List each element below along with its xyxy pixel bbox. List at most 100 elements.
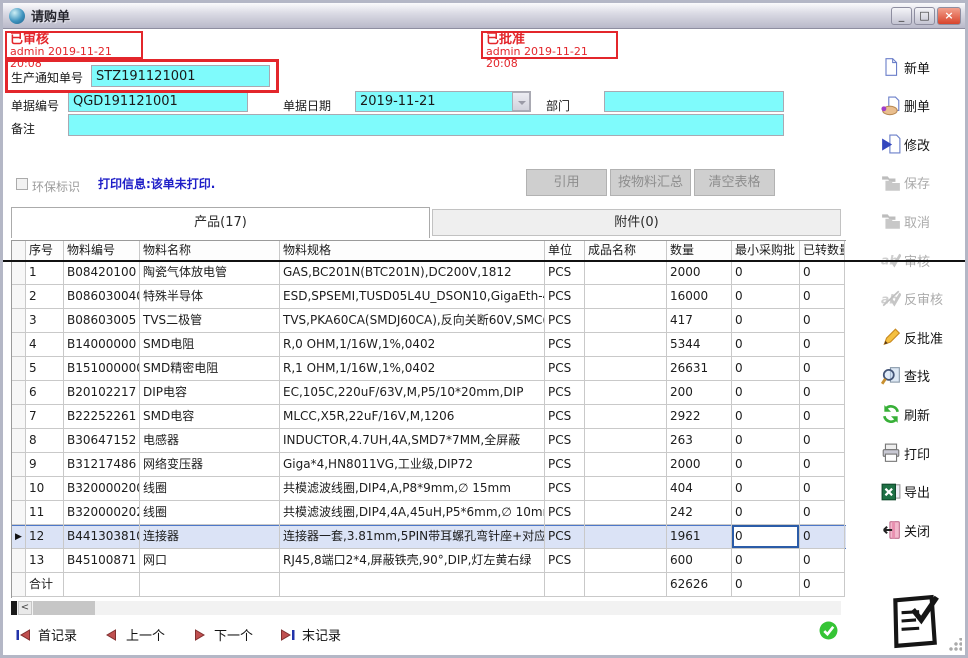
cell-product[interactable] [585, 501, 667, 525]
sidebar-item-export[interactable]: 导出 [881, 481, 967, 503]
cell-spec[interactable]: Giga*4,HN8011VG,工业级,DIP72 [280, 453, 545, 477]
cell-qty[interactable]: 600 [667, 549, 732, 573]
cell-code[interactable]: B320000200 [64, 477, 140, 501]
column-header[interactable]: 物料名称 [140, 241, 280, 261]
cell-product[interactable] [585, 525, 667, 549]
cell-qty[interactable]: 263 [667, 429, 732, 453]
table-row[interactable]: 5B1510000001SMD精密电阻R,1 OHM,1/16W,1%,0402… [12, 357, 846, 381]
cell-product[interactable] [585, 453, 667, 477]
cell-name[interactable]: SMD电容 [140, 405, 280, 429]
cell-code[interactable]: B08420100 [64, 261, 140, 285]
cell-no[interactable]: 4 [26, 333, 64, 357]
cell-unit[interactable]: PCS [545, 477, 585, 501]
column-header[interactable]: 成品名称 [585, 241, 667, 261]
table-row[interactable]: 10B320000200线圈共模滤波线圈,DIP4,A,P8*9mm,∅ 15m… [12, 477, 846, 501]
cell-no[interactable]: 11 [26, 501, 64, 525]
cell-code[interactable]: B08603005 [64, 309, 140, 333]
cell-unit[interactable]: PCS [545, 309, 585, 333]
cell-no[interactable]: 10 [26, 477, 64, 501]
cell-spec[interactable]: TVS,PKA60CA(SMDJ60CA),反向关断60V,SMC(D [280, 309, 545, 333]
doc-date-input[interactable] [355, 91, 531, 112]
cell-code[interactable]: B22252261 [64, 405, 140, 429]
column-header[interactable]: 最小采购批 [732, 241, 800, 261]
sidebar-item-close-form[interactable]: 关闭 [881, 519, 967, 541]
cell-spec[interactable]: 共模滤波线圈,DIP4,A,P8*9mm,∅ 15mm [280, 477, 545, 501]
cell-code[interactable]: B320000202 [64, 501, 140, 525]
cell-name[interactable]: 线圈 [140, 477, 280, 501]
column-header[interactable]: 单位 [545, 241, 585, 261]
cell-transferred[interactable]: 0 [800, 477, 845, 501]
eco-checkbox[interactable] [16, 178, 28, 190]
doc-no-input[interactable] [68, 91, 248, 112]
cell-min_batch[interactable]: 0 [732, 309, 800, 333]
close-button[interactable]: × [937, 7, 961, 25]
cell-spec[interactable]: GAS,BC201N(BTC201N),DC200V,1812 [280, 261, 545, 285]
cell-name[interactable]: 网口 [140, 549, 280, 573]
reference-button[interactable]: 引用 [526, 169, 607, 196]
cell-code[interactable]: B45100871 [64, 549, 140, 573]
cell-min_batch[interactable]: 0 [732, 261, 800, 285]
cell-transferred[interactable]: 0 [800, 381, 845, 405]
cell-product[interactable] [585, 429, 667, 453]
cell-transferred[interactable]: 0 [800, 453, 845, 477]
cell-transferred[interactable]: 0 [800, 405, 845, 429]
column-header[interactable]: 序号 [26, 241, 64, 261]
table-row[interactable]: 3B08603005TVS二极管TVS,PKA60CA(SMDJ60CA),反向… [12, 309, 846, 333]
cell-transferred[interactable]: 0 [800, 261, 845, 285]
cell-no[interactable]: 9 [26, 453, 64, 477]
cell-min_batch[interactable]: 0 [732, 501, 800, 525]
cell-transferred[interactable]: 0 [800, 357, 845, 381]
cell-code[interactable]: B1510000001 [64, 357, 140, 381]
cell-min_batch[interactable]: 0 [732, 285, 800, 309]
cell-qty[interactable]: 2000 [667, 261, 732, 285]
first-record-button[interactable]: 首记录 [15, 625, 77, 644]
cell-code[interactable]: B14000000 [64, 333, 140, 357]
cell-spec[interactable]: 共模滤波线圈,DIP4,4A,45uH,P5*6mm,∅ 10mm [280, 501, 545, 525]
cell-unit[interactable]: PCS [545, 525, 585, 549]
cell-no[interactable]: 12 [26, 525, 64, 549]
cell-product[interactable] [585, 309, 667, 333]
cell-name[interactable]: 特殊半导体 [140, 285, 280, 309]
scroll-left-icon[interactable]: < [18, 601, 32, 615]
minimize-button[interactable]: _ [891, 7, 912, 25]
cell-spec[interactable]: ESD,SPSEMI,TUSD05L4U_DSON10,GigaEth-4 [280, 285, 545, 309]
cell-min_batch[interactable]: 0 [732, 549, 800, 573]
cell-product[interactable] [585, 285, 667, 309]
cell-no[interactable]: 7 [26, 405, 64, 429]
sidebar-item-modify[interactable]: 修改 [881, 133, 967, 155]
previous-record-button[interactable]: 上一个 [103, 625, 165, 644]
cell-min_batch[interactable]: 0 [732, 405, 800, 429]
cell-no[interactable]: 8 [26, 429, 64, 453]
table-row[interactable]: 9B31217486网络变压器Giga*4,HN8011VG,工业级,DIP72… [12, 453, 846, 477]
column-header[interactable]: 已转数量 [800, 241, 845, 261]
cell-name[interactable]: 电感器 [140, 429, 280, 453]
cell-product[interactable] [585, 261, 667, 285]
cell-name[interactable]: 线圈 [140, 501, 280, 525]
focused-cell[interactable]: 0 [732, 525, 800, 549]
cell-code[interactable]: B4413038100 [64, 525, 140, 549]
remark-input[interactable] [68, 114, 784, 136]
cell-unit[interactable]: PCS [545, 429, 585, 453]
cell-unit[interactable]: PCS [545, 501, 585, 525]
clear-table-button[interactable]: 清空表格 [694, 169, 775, 196]
cell-qty[interactable]: 2922 [667, 405, 732, 429]
cell-qty[interactable]: 200 [667, 381, 732, 405]
sidebar-item-print[interactable]: 打印 [881, 442, 967, 464]
cell-name[interactable]: TVS二极管 [140, 309, 280, 333]
cell-qty[interactable]: 404 [667, 477, 732, 501]
resize-grip[interactable] [948, 638, 962, 652]
cell-unit[interactable]: PCS [545, 333, 585, 357]
cell-qty[interactable]: 2000 [667, 453, 732, 477]
cell-code[interactable]: B20102217 [64, 381, 140, 405]
department-input[interactable] [604, 91, 784, 112]
cell-name[interactable]: 连接器 [140, 525, 280, 549]
cell-name[interactable]: DIP电容 [140, 381, 280, 405]
cell-name[interactable]: 网络变压器 [140, 453, 280, 477]
cell-qty[interactable]: 16000 [667, 285, 732, 309]
table-row[interactable]: 8B30647152电感器INDUCTOR,4.7UH,4A,SMD7*7MM,… [12, 429, 846, 453]
cell-qty[interactable]: 1961 [667, 525, 732, 549]
cell-no[interactable]: 1 [26, 261, 64, 285]
cell-no[interactable]: 2 [26, 285, 64, 309]
cell-min_batch[interactable]: 0 [732, 333, 800, 357]
cell-code[interactable]: B30647152 [64, 429, 140, 453]
